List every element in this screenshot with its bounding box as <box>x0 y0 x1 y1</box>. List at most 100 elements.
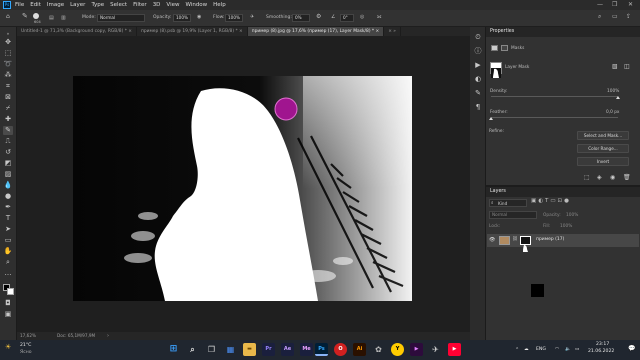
search-icon[interactable]: ⌕ <box>598 13 601 21</box>
minimize-icon[interactable]: — <box>597 1 603 8</box>
hand-tool-icon[interactable]: ✋ <box>3 247 13 256</box>
path-select-tool-icon[interactable]: ➤ <box>3 225 13 234</box>
share-icon[interactable]: ⇪ <box>626 13 631 20</box>
tab-primer-8-jpg[interactable]: пример (8).jpg @ 17,6% (пример (17), Lay… <box>247 27 385 36</box>
document-canvas[interactable] <box>73 76 412 301</box>
menu-type[interactable]: Type <box>91 2 104 8</box>
density-value[interactable]: 100% <box>607 89 619 94</box>
file-explorer-icon[interactable]: ▬ <box>243 343 256 356</box>
visibility-icon[interactable]: ◉ <box>610 174 615 181</box>
frame-tool-icon[interactable]: ⊠ <box>3 93 13 102</box>
flow-field[interactable]: 100% <box>225 14 243 22</box>
history-panel-icon[interactable]: ⏲ <box>473 33 483 42</box>
layers-title[interactable]: Layers <box>486 187 640 197</box>
app-icon-generic[interactable]: ✿ <box>372 343 385 356</box>
mask-thumbnail[interactable] <box>490 62 502 78</box>
color-range-button[interactable]: Color Range... <box>577 144 629 153</box>
zoom-level[interactable]: 17,62% <box>20 332 36 340</box>
media-app-icon[interactable]: ▶ <box>410 343 423 356</box>
illustrator-icon[interactable]: Ai <box>353 343 366 356</box>
pen-tool-icon[interactable]: ✒ <box>3 203 13 212</box>
tray-overflow-icon[interactable]: ⌃ <box>515 347 519 353</box>
status-menu-icon[interactable]: › <box>107 332 109 340</box>
notifications-icon[interactable]: 💬 <box>628 345 635 352</box>
opera-icon[interactable]: O <box>334 343 347 356</box>
clone-stamp-tool-icon[interactable]: ⎍ <box>3 137 13 146</box>
close-icon[interactable]: ✕ <box>628 1 633 8</box>
blur-tool-icon[interactable]: 💧 <box>3 181 13 190</box>
gradient-tool-icon[interactable]: ▨ <box>3 170 13 179</box>
eraser-tool-icon[interactable]: ◩ <box>3 159 13 168</box>
move-tool-icon[interactable]: ✥ <box>3 38 13 47</box>
menu-view[interactable]: View <box>166 2 179 8</box>
layer-row[interactable]: 👁 ⛓ пример (17) <box>487 234 639 252</box>
widgets-icon[interactable]: ▦ <box>224 343 237 356</box>
weather-desc[interactable]: Ясно <box>20 350 32 355</box>
task-view-icon[interactable]: ❐ <box>205 343 218 356</box>
eyedropper-tool-icon[interactable]: ⌿ <box>3 104 13 113</box>
layer-opacity-value[interactable]: 100% <box>566 213 578 218</box>
dodge-tool-icon[interactable]: ● <box>3 192 13 201</box>
collapse-icon[interactable]: » <box>3 29 13 38</box>
home-icon[interactable]: ⌂ <box>6 13 10 20</box>
adjustments-panel-icon[interactable]: ◐ <box>473 75 483 84</box>
type-tool-icon[interactable]: T <box>3 214 13 223</box>
brush-tool-icon-active[interactable]: ✎ <box>3 126 13 135</box>
brush-panel-icon[interactable]: ▤ <box>49 15 54 21</box>
delete-mask-icon[interactable]: 🗑 <box>623 174 631 181</box>
menu-filter[interactable]: Filter <box>133 2 147 8</box>
feather-slider-track[interactable] <box>491 117 618 118</box>
info-panel-icon[interactable]: ⓘ <box>473 47 483 56</box>
load-selection-icon[interactable]: ⬚ <box>584 174 590 181</box>
start-windows-icon[interactable]: ⊞ <box>167 343 180 356</box>
tray-cloud-icon[interactable]: ☁ <box>524 347 529 352</box>
layer-filter-field[interactable]: ⌕ Kind <box>489 199 527 207</box>
layer-name[interactable]: пример (17) <box>536 237 564 242</box>
paragraph-panel-icon[interactable]: ¶ <box>473 103 483 112</box>
zoom-tool-icon[interactable]: ⌕ <box>3 258 13 267</box>
pressure-opacity-icon[interactable]: ◉ <box>197 14 201 20</box>
menu-file[interactable]: File <box>15 2 24 8</box>
screen-mode-icon[interactable]: ▣ <box>3 310 13 319</box>
apply-mask-icon[interactable]: ◈ <box>597 174 602 181</box>
smoothing-field[interactable]: 0% <box>292 14 310 22</box>
telegram-icon[interactable]: ✈ <box>429 343 442 356</box>
select-mask-icon[interactable]: ▧ <box>612 63 618 70</box>
photoshop-taskbar-icon[interactable]: Ps <box>315 343 328 356</box>
marquee-tool-icon[interactable]: ⬚ <box>3 49 13 58</box>
more-tools-icon[interactable]: … <box>3 269 13 278</box>
quick-select-tool-icon[interactable]: ⁂ <box>3 71 13 80</box>
speaker-icon[interactable]: 🔈 <box>565 347 571 352</box>
weather-temp[interactable]: 21°C <box>20 343 31 348</box>
shape-tool-icon[interactable]: ▭ <box>3 236 13 245</box>
actions-panel-icon[interactable]: ▶ <box>473 61 483 70</box>
pressure-size-icon[interactable]: ◎ <box>360 14 364 20</box>
layer-mask-thumbnail[interactable] <box>520 236 531 252</box>
pixel-mask-icon[interactable] <box>491 45 498 51</box>
video-app-icon[interactable]: ▶ <box>448 343 461 356</box>
brush-settings-panel-icon[interactable]: ✎ <box>473 89 483 98</box>
menu-edit[interactable]: Edit <box>30 2 41 8</box>
menu-help[interactable]: Help <box>213 2 226 8</box>
healing-tool-icon[interactable]: ✚ <box>3 115 13 124</box>
blend-mode-select[interactable]: Normal <box>489 211 537 219</box>
doc-size[interactable]: Doc: 65,1M/97,9M <box>57 332 95 340</box>
history-brush-tool-icon[interactable]: ↺ <box>3 148 13 157</box>
add-vector-mask-icon[interactable]: ◫ <box>624 63 630 70</box>
background-color-swatch[interactable] <box>7 288 14 295</box>
after-effects-icon[interactable]: Ae <box>281 343 294 356</box>
tab-untitled-1[interactable]: Untitled-1 @ 71,3% (Background copy, RGB… <box>17 27 137 36</box>
properties-title[interactable]: Properties <box>486 27 640 37</box>
menu-select[interactable]: Select <box>110 2 127 8</box>
menu-image[interactable]: Image <box>47 2 64 8</box>
yandex-icon[interactable]: Y <box>391 343 404 356</box>
menu-layer[interactable]: Layer <box>70 2 85 8</box>
angle-field[interactable]: 0° <box>340 14 354 22</box>
taskbar-search-icon[interactable]: ⌕ <box>186 343 199 356</box>
invert-button[interactable]: Invert <box>577 157 629 166</box>
brush-tool-icon[interactable]: ✎ <box>22 12 28 20</box>
density-slider-track[interactable] <box>491 96 618 97</box>
layer-filter-icons[interactable]: ▣◐T▭⊡● <box>531 198 571 204</box>
brush-settings-icon[interactable]: ▥ <box>61 15 66 21</box>
tab-overflow[interactable]: × » <box>384 27 401 36</box>
